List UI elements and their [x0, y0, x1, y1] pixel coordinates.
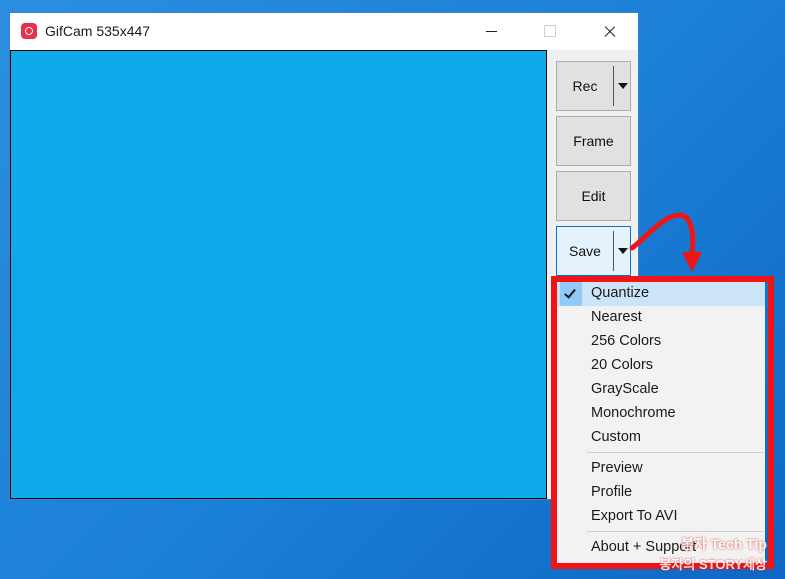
watermark: 봉자 Tech Tip 봉자의 STORY세상	[660, 534, 767, 573]
highlight-box	[551, 276, 774, 569]
gifcam-window: GifCam 535x447 Rec Frame Edit Save	[9, 12, 639, 500]
save-label: Save	[569, 243, 601, 259]
rec-label: Rec	[572, 78, 598, 94]
maximize-button[interactable]	[527, 13, 573, 50]
capture-area[interactable]	[10, 50, 547, 499]
rec-dropdown-arrow-icon[interactable]	[618, 83, 628, 89]
save-dropdown-arrow-icon[interactable]	[618, 248, 628, 254]
rec-divider	[613, 66, 614, 106]
annotation-arrow-icon	[629, 212, 702, 272]
frame-label: Frame	[573, 133, 614, 149]
gifcam-app-icon	[21, 23, 37, 39]
save-divider	[613, 231, 614, 271]
edit-label: Edit	[581, 188, 606, 204]
watermark-line1: 봉자 Tech Tip	[681, 536, 767, 552]
window-title: GifCam 535x447	[45, 23, 151, 39]
close-button[interactable]	[586, 13, 632, 50]
edit-button[interactable]: Edit	[556, 171, 631, 221]
frame-button[interactable]: Frame	[556, 116, 631, 166]
rec-button[interactable]: Rec	[556, 61, 631, 111]
watermark-line2: 봉자의 STORY세상	[659, 557, 767, 572]
minimize-button[interactable]	[469, 13, 515, 50]
save-button[interactable]: Save	[556, 226, 631, 276]
title-bar[interactable]: GifCam 535x447	[10, 13, 638, 50]
